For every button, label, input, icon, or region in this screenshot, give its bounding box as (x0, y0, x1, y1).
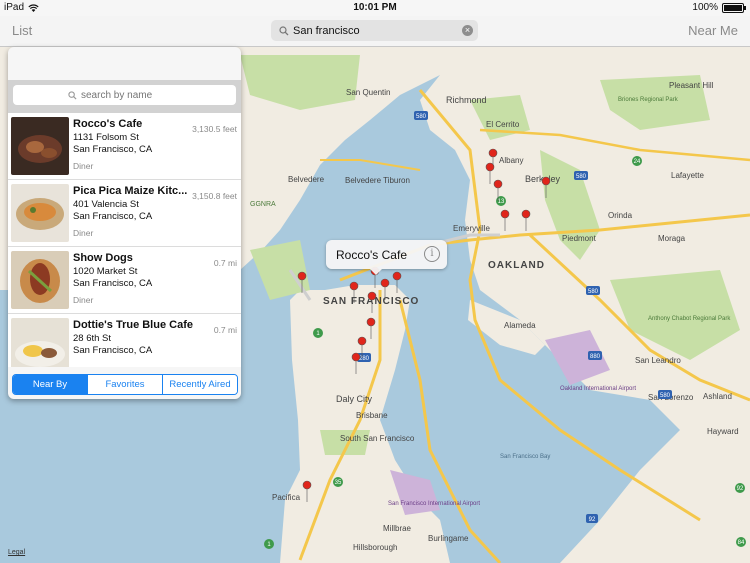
clear-search-icon[interactable]: × (462, 25, 473, 36)
map-label-emeryville: Emeryville (453, 224, 490, 233)
food-photo (11, 117, 69, 175)
map-label-orinda: Orinda (608, 211, 633, 220)
map-label-el-cerrito: El Cerrito (486, 120, 520, 129)
map-label-sf-airport: San Francisco International Airport (388, 501, 480, 507)
restaurant-category: Diner (73, 161, 94, 171)
restaurant-name: Pica Pica Maize Kitc... (73, 185, 188, 197)
map-label-ashland: Ashland (703, 392, 732, 401)
map-label-sf-bay: San Francisco Bay (500, 454, 550, 460)
map-label-belvedere-city: Belvedere (288, 175, 325, 184)
map-label-pacifica: Pacifica (272, 493, 301, 502)
map-label-hayward: Hayward (707, 427, 739, 436)
list-item[interactable]: Show Dogs 1020 Market St San Francisco, … (8, 247, 241, 314)
battery-icon (722, 2, 746, 13)
list-item[interactable]: Dottie's True Blue Cafe 28 6th St San Fr… (8, 314, 241, 367)
restaurant-street: 1131 Folsom St (73, 132, 139, 143)
restaurant-street: 401 Valencia St (73, 199, 139, 210)
segment-recently-aired[interactable]: Recently Aired (162, 375, 237, 394)
map-label-burlingame: Burlingame (428, 534, 469, 543)
list-popover: Rocco's Cafe 1131 Folsom St San Francisc… (8, 47, 241, 399)
status-time: 10:01 PM (353, 2, 397, 13)
restaurant-distance: 0.7 mi (213, 325, 237, 335)
svg-text:580: 580 (416, 114, 427, 120)
map-label-alameda: Alameda (504, 321, 536, 330)
list-item[interactable]: Rocco's Cafe 1131 Folsom St San Francisc… (8, 113, 241, 180)
svg-text:580: 580 (660, 393, 671, 399)
list-filter-segmented-control: Near By Favorites Recently Aired (12, 374, 238, 395)
svg-text:92: 92 (737, 486, 744, 492)
map-label-brisbane: Brisbane (356, 411, 388, 420)
svg-text:35: 35 (335, 480, 342, 486)
restaurant-distance: 0.7 mi (213, 258, 237, 268)
map-label-richmond: Richmond (446, 95, 487, 105)
name-search-field[interactable] (13, 85, 236, 105)
map-label-anthony-chabot: Anthony Chabot Regional Park (648, 316, 731, 322)
map-label-san-quentin: San Quentin (346, 88, 390, 97)
svg-text:280: 280 (359, 356, 370, 362)
restaurant-name: Show Dogs (73, 252, 133, 264)
location-search-bar[interactable]: × (271, 20, 478, 41)
battery-percent: 100% (692, 2, 718, 13)
restaurant-name: Rocco's Cafe (73, 118, 143, 130)
map-label-oakland: OAKLAND (488, 260, 545, 271)
restaurant-street: 1020 Market St (73, 266, 138, 277)
map-label-oakland-airport: Oakland International Airport (560, 386, 636, 392)
restaurant-city: San Francisco, CA (73, 278, 153, 289)
svg-text:880: 880 (590, 354, 601, 360)
map-label-piedmont: Piedmont (562, 234, 597, 243)
nav-bar: List × Near Me (0, 16, 750, 47)
map-label-ggnra: GGNRA (250, 201, 276, 208)
restaurant-name: Dottie's True Blue Cafe (73, 319, 193, 331)
svg-text:580: 580 (576, 174, 587, 180)
map-label-millbrae: Millbrae (383, 524, 412, 533)
list-button[interactable]: List (12, 23, 32, 38)
restaurant-distance: 3,130.5 feet (192, 124, 237, 134)
restaurant-list: Rocco's Cafe 1131 Folsom St San Francisc… (8, 113, 241, 367)
svg-text:84: 84 (738, 540, 745, 546)
name-search-container (8, 80, 241, 113)
restaurant-category: Diner (73, 295, 94, 305)
map-label-hillsborough: Hillsborough (353, 543, 397, 552)
restaurant-city: San Francisco, CA (73, 345, 153, 356)
food-photo (11, 184, 69, 242)
status-bar: iPad 10:01 PM 100% (0, 0, 750, 16)
segment-near-by[interactable]: Near By (13, 375, 87, 394)
info-icon[interactable]: i (424, 246, 440, 262)
callout-title: Rocco's Cafe (336, 248, 407, 262)
map-label-moraga: Moraga (658, 234, 686, 243)
restaurant-distance: 3,150.8 feet (192, 191, 237, 201)
near-me-button[interactable]: Near Me (688, 23, 738, 38)
map-label-pleasant-hill: Pleasant Hill (669, 81, 714, 90)
restaurant-city: San Francisco, CA (73, 211, 153, 222)
list-item[interactable]: Pica Pica Maize Kitc... 401 Valencia St … (8, 180, 241, 247)
map-label-briones: Briones Regional Park (618, 97, 679, 103)
name-search-input[interactable] (81, 89, 181, 101)
map-label-lafayette: Lafayette (671, 171, 704, 180)
food-photo (11, 318, 69, 367)
callout-tail (370, 269, 382, 275)
map-label-albany: Albany (499, 156, 523, 165)
location-search-input[interactable] (293, 24, 453, 37)
map-label-south-sf: South San Francisco (340, 434, 415, 443)
search-icon (68, 90, 77, 100)
svg-text:92: 92 (589, 517, 596, 523)
legal-link[interactable]: Legal (8, 549, 25, 556)
status-right: 100% (692, 2, 746, 13)
restaurant-street: 28 6th St (73, 333, 112, 344)
map-callout[interactable]: Rocco's Cafe i (326, 240, 447, 275)
map-label-daly-city: Daly City (336, 394, 373, 404)
svg-text:580: 580 (588, 289, 599, 295)
segment-favorites[interactable]: Favorites (87, 375, 162, 394)
search-icon (279, 25, 289, 35)
food-photo (11, 251, 69, 309)
restaurant-city: San Francisco, CA (73, 144, 153, 155)
svg-text:24: 24 (634, 159, 641, 165)
map-label-san-leandro: San Leandro (635, 356, 681, 365)
svg-text:13: 13 (498, 199, 505, 205)
map-label-belvedere-tiburon: Belvedere Tiburon (345, 176, 410, 185)
restaurant-category: Diner (73, 228, 94, 238)
